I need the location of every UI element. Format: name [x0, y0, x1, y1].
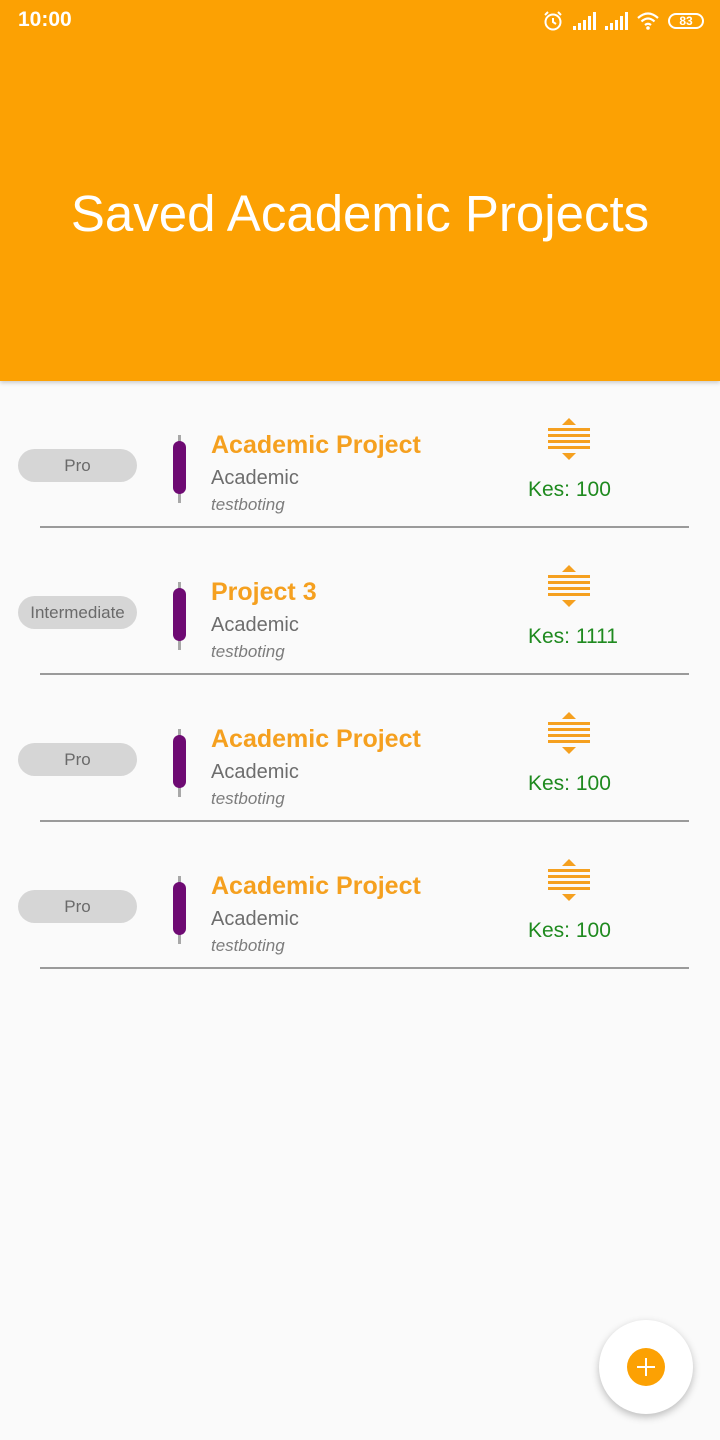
project-author: testboting	[211, 642, 285, 661]
row-divider	[40, 967, 689, 969]
project-price: Kes: 100	[528, 919, 611, 942]
screen: 10:00 83 Saved Academic Projects Pro Aca…	[0, 0, 720, 1440]
project-title: Project 3	[211, 578, 317, 606]
add-project-button[interactable]	[599, 1320, 693, 1414]
status-icons: 83	[542, 8, 704, 34]
reorder-icon[interactable]	[546, 563, 592, 609]
project-row[interactable]: Pro Academic Project Academic testboting…	[0, 822, 720, 969]
project-category: Academic	[211, 761, 299, 783]
level-badge: Intermediate	[18, 596, 137, 629]
project-author: testboting	[211, 789, 285, 808]
project-author: testboting	[211, 495, 285, 514]
reorder-icon[interactable]	[546, 710, 592, 756]
add-icon	[627, 1348, 665, 1386]
alarm-icon	[542, 10, 564, 32]
level-badge: Pro	[18, 743, 137, 776]
level-badge: Pro	[18, 449, 137, 482]
reorder-icon[interactable]	[546, 416, 592, 462]
level-badge: Pro	[18, 890, 137, 923]
battery-icon: 83	[668, 13, 704, 29]
reorder-icon[interactable]	[546, 857, 592, 903]
project-price: Kes: 1111	[528, 625, 618, 648]
level-bar	[173, 882, 186, 935]
project-row[interactable]: Pro Academic Project Academic testboting…	[0, 675, 720, 822]
wifi-icon	[636, 11, 660, 31]
project-price: Kes: 100	[528, 772, 611, 795]
level-bar	[173, 588, 186, 641]
signal-icon	[604, 11, 628, 31]
project-title: Academic Project	[211, 725, 421, 753]
signal-icon	[572, 11, 596, 31]
app-header: 10:00 83 Saved Academic Projects	[0, 0, 720, 381]
status-time: 10:00	[18, 8, 72, 31]
project-author: testboting	[211, 936, 285, 955]
project-title: Academic Project	[211, 872, 421, 900]
project-row[interactable]: Intermediate Project 3 Academic testboti…	[0, 528, 720, 675]
project-title: Academic Project	[211, 431, 421, 459]
project-price: Kes: 100	[528, 478, 611, 501]
project-row[interactable]: Pro Academic Project Academic testboting…	[0, 381, 720, 528]
project-category: Academic	[211, 467, 299, 489]
level-bar	[173, 735, 186, 788]
page-title: Saved Academic Projects	[70, 185, 650, 242]
level-bar	[173, 441, 186, 494]
project-category: Academic	[211, 908, 299, 930]
project-category: Academic	[211, 614, 299, 636]
project-list: Pro Academic Project Academic testboting…	[0, 381, 720, 969]
